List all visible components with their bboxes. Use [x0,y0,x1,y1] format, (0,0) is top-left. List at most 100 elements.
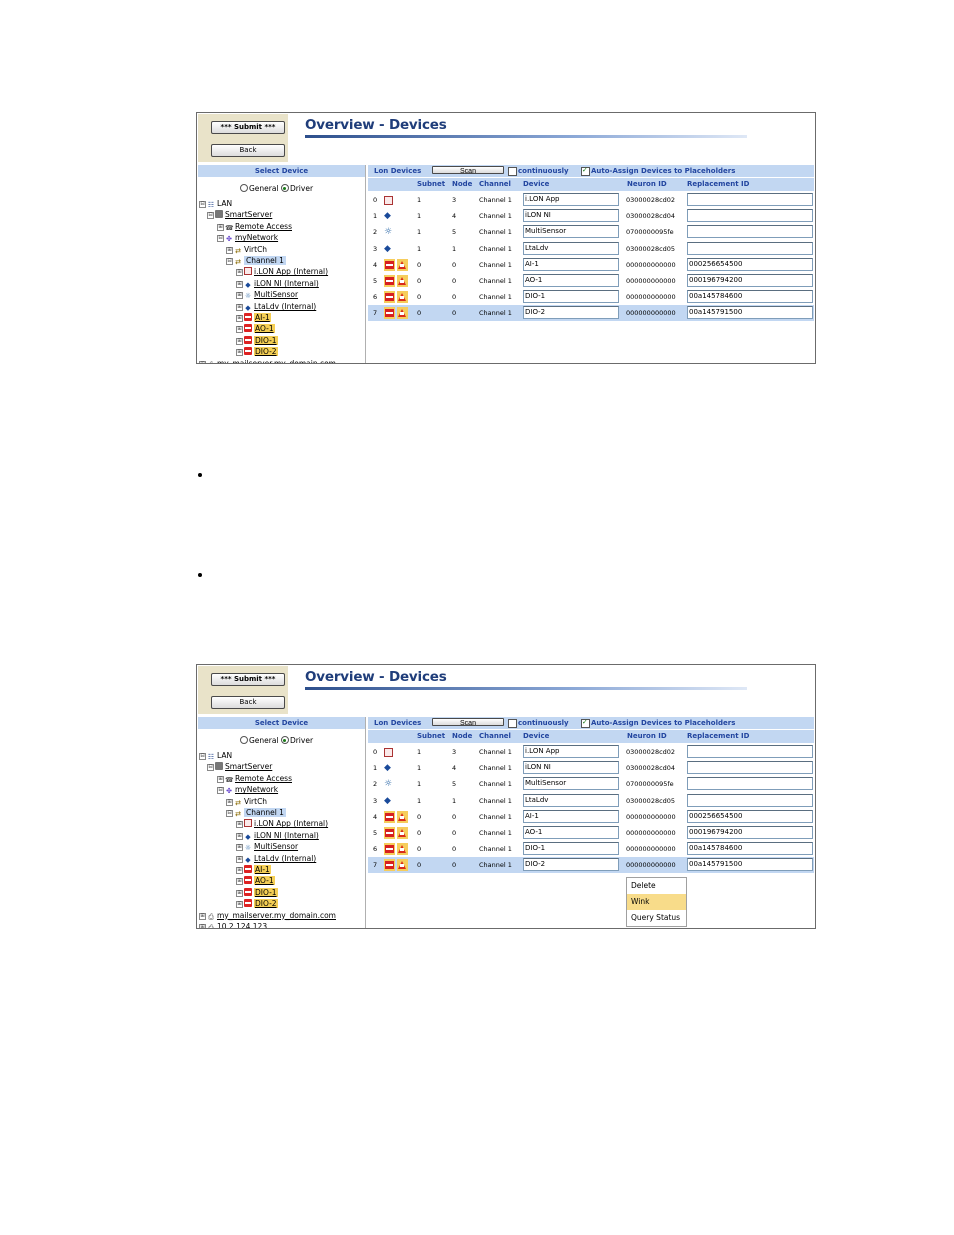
expand-toggle-icon[interactable]: ⊞ [236,878,243,886]
table-row[interactable]: 4 0 0 Channel 1 AI-1 000000000000 000256654500 [368,809,814,825]
table-row[interactable]: 6 0 0 Channel 1 DIO-1 000000000000 00a14578460… [368,841,814,857]
table-row[interactable]: 0 1 3 Channel 1 i.LON App 03000028cd02 [368,744,814,760]
tree-node[interactable]: ⊟ ☷ LAN [199,750,232,761]
tree-node[interactable]: ⊞ DIO-1 [236,887,278,898]
replacement-id-field[interactable] [687,209,813,223]
expand-toggle-icon[interactable]: ⊟ [199,201,206,208]
tree-node[interactable]: ⊞ DIO-2 [236,898,278,909]
expand-toggle-icon[interactable]: ⊟ [207,212,214,220]
replacement-id-field[interactable] [687,761,813,775]
device-name-field[interactable]: LtaLdv [523,793,619,807]
expand-toggle-icon[interactable]: ⊞ [236,349,243,357]
tree-node[interactable]: ⊟ ✤ myNetwork [217,784,278,795]
device-name-field[interactable]: DIO-1 [523,290,619,304]
back-button[interactable]: Back [211,696,285,709]
device-name-field[interactable]: AO-1 [523,274,619,287]
tree-node[interactable]: ⊞ i.LON App (Internal) [236,266,328,277]
table-row[interactable]: 7 0 0 Channel 1 DIO-2 000000000000 00a14579150… [368,857,814,874]
device-name-field[interactable]: MultiSensor [523,225,619,239]
expand-toggle-icon[interactable]: ⊟ [207,764,214,772]
tree-node[interactable]: ⊞ AO-1 [236,323,275,334]
expand-toggle-icon[interactable]: ⊞ [226,246,233,254]
tree-node[interactable]: ⊟ ☷ LAN [199,198,232,209]
general-radio[interactable] [240,736,248,744]
replacement-id-field[interactable] [687,225,813,239]
device-name-field[interactable]: i.LON App [523,745,619,758]
replacement-id-field[interactable] [687,745,813,758]
expand-toggle-icon[interactable]: ⊞ [236,280,243,288]
table-row[interactable]: 3 ◆ 1 1 Channel 1 LtaLdv 03000028cd05 [368,241,814,257]
table-row[interactable]: 6 0 0 Channel 1 DIO-1 000000000000 00a14578460… [368,289,814,305]
continuously-checkbox[interactable] [508,167,517,176]
expand-toggle-icon[interactable]: ⊞ [236,337,243,345]
tree-node[interactable]: ⊞ AI-1 [236,312,271,323]
auto-assign-checkbox[interactable] [581,166,590,176]
expand-toggle-icon[interactable]: ⊞ [199,924,206,928]
device-name-field[interactable]: AI-1 [523,809,619,823]
tree-node[interactable]: ⊞ ◆ LtaLdv (Internal) [236,301,316,312]
replacement-id-field[interactable] [687,193,813,206]
expand-toggle-icon[interactable]: ⊟ [226,258,233,265]
context-menu-item[interactable]: Delete [627,878,686,894]
expand-toggle-icon[interactable]: ⊞ [236,821,243,829]
expand-toggle-icon[interactable]: ⊞ [217,775,224,783]
submit-button[interactable]: *** Submit *** [211,121,285,134]
device-name-field[interactable]: DIO-1 [523,842,619,856]
table-row[interactable]: 7 0 0 Channel 1 DIO-2 000000000000 00a14579150… [368,305,814,322]
table-row[interactable]: 2 ☼ 1 5 Channel 1 MultiSensor 0700000095fe [368,224,814,240]
replacement-id-field[interactable]: 00a145791500 [687,306,813,320]
expand-toggle-icon[interactable]: ⊟ [199,753,206,760]
tree-node[interactable]: ⊞ ◆ LtaLdv (Internal) [236,853,316,864]
device-name-field[interactable]: iLON NI [523,209,619,223]
expand-toggle-icon[interactable]: ⊞ [199,912,206,920]
table-row[interactable]: 1 ◆ 1 4 Channel 1 iLON NI 03000028cd04 [368,208,814,224]
tree-node[interactable]: ⊞ AO-1 [236,875,275,886]
replacement-id-field[interactable]: 000196794200 [687,826,813,839]
expand-toggle-icon[interactable]: ⊞ [236,832,243,840]
replacement-id-field[interactable]: 00a145784600 [687,290,813,304]
table-row[interactable]: 5 0 0 Channel 1 AO-1 000000000000 000196794200 [368,825,814,841]
auto-assign-checkbox[interactable] [581,718,590,728]
tree-node[interactable]: ⊟ ✤ myNetwork [217,232,278,243]
tree-node[interactable]: ⊞ ⎙ 10.2.124.123 [199,921,267,928]
replacement-id-field[interactable]: 000256654500 [687,809,813,823]
replacement-id-field[interactable]: 000256654500 [687,257,813,271]
device-name-field[interactable]: i.LON App [523,193,619,206]
scan-button[interactable]: Scan [432,718,504,727]
replacement-id-field[interactable] [687,793,813,807]
general-radio[interactable] [240,184,248,192]
expand-toggle-icon[interactable]: ⊟ [226,810,233,817]
table-row[interactable]: 0 1 3 Channel 1 i.LON App 03000028cd02 [368,192,814,208]
replacement-id-field[interactable]: 000196794200 [687,274,813,287]
tree-node[interactable]: ⊞ ☎Remote Access [217,773,292,784]
tree-node[interactable]: ⊟ ⇄ Channel 1 [226,255,286,266]
continuously-checkbox[interactable] [508,719,517,728]
expand-toggle-icon[interactable]: ⊞ [199,360,206,363]
table-row[interactable]: 1 ◆ 1 4 Channel 1 iLON NI 03000028cd04 [368,760,814,776]
expand-toggle-icon[interactable]: ⊞ [236,326,243,334]
expand-toggle-icon[interactable]: ⊞ [236,269,243,277]
tree-node[interactable]: ⊞⎙my_mailserver.my_domain.com [199,910,336,921]
tree-node[interactable]: ⊟ SmartServer [207,209,272,220]
tree-node[interactable]: ⊞ ⇄ VirtCh [226,244,267,255]
tree-node[interactable]: ⊞ ☼ MultiSensor [236,289,298,300]
tree-node[interactable]: ⊞ ☎Remote Access [217,221,292,232]
expand-toggle-icon[interactable]: ⊟ [217,787,224,795]
tree-node[interactable]: ⊟ ⇄ Channel 1 [226,807,286,818]
expand-toggle-icon[interactable]: ⊞ [236,867,243,874]
device-name-field[interactable]: DIO-2 [523,306,619,320]
tree-node[interactable]: ⊞ ◆ iLON NI (Internal) [236,278,319,289]
tree-node[interactable]: ⊞ AI-1 [236,864,271,875]
expand-toggle-icon[interactable]: ⊟ [217,235,224,243]
table-row[interactable]: 2 ☼ 1 5 Channel 1 MultiSensor 0700000095fe [368,776,814,792]
device-name-field[interactable]: iLON NI [523,761,619,775]
scan-button[interactable]: Scan [432,166,504,175]
device-name-field[interactable]: DIO-2 [523,858,619,872]
context-menu-item[interactable]: Query Status [627,910,686,926]
tree-node[interactable]: ⊞ ☼ MultiSensor [236,841,298,852]
device-name-field[interactable]: AI-1 [523,257,619,271]
expand-toggle-icon[interactable]: ⊞ [226,798,233,806]
tree-node[interactable]: ⊞ ◆ iLON NI (Internal) [236,830,319,841]
expand-toggle-icon[interactable]: ⊞ [217,223,224,231]
table-row[interactable]: 3 ◆ 1 1 Channel 1 LtaLdv 03000028cd05 [368,793,814,809]
